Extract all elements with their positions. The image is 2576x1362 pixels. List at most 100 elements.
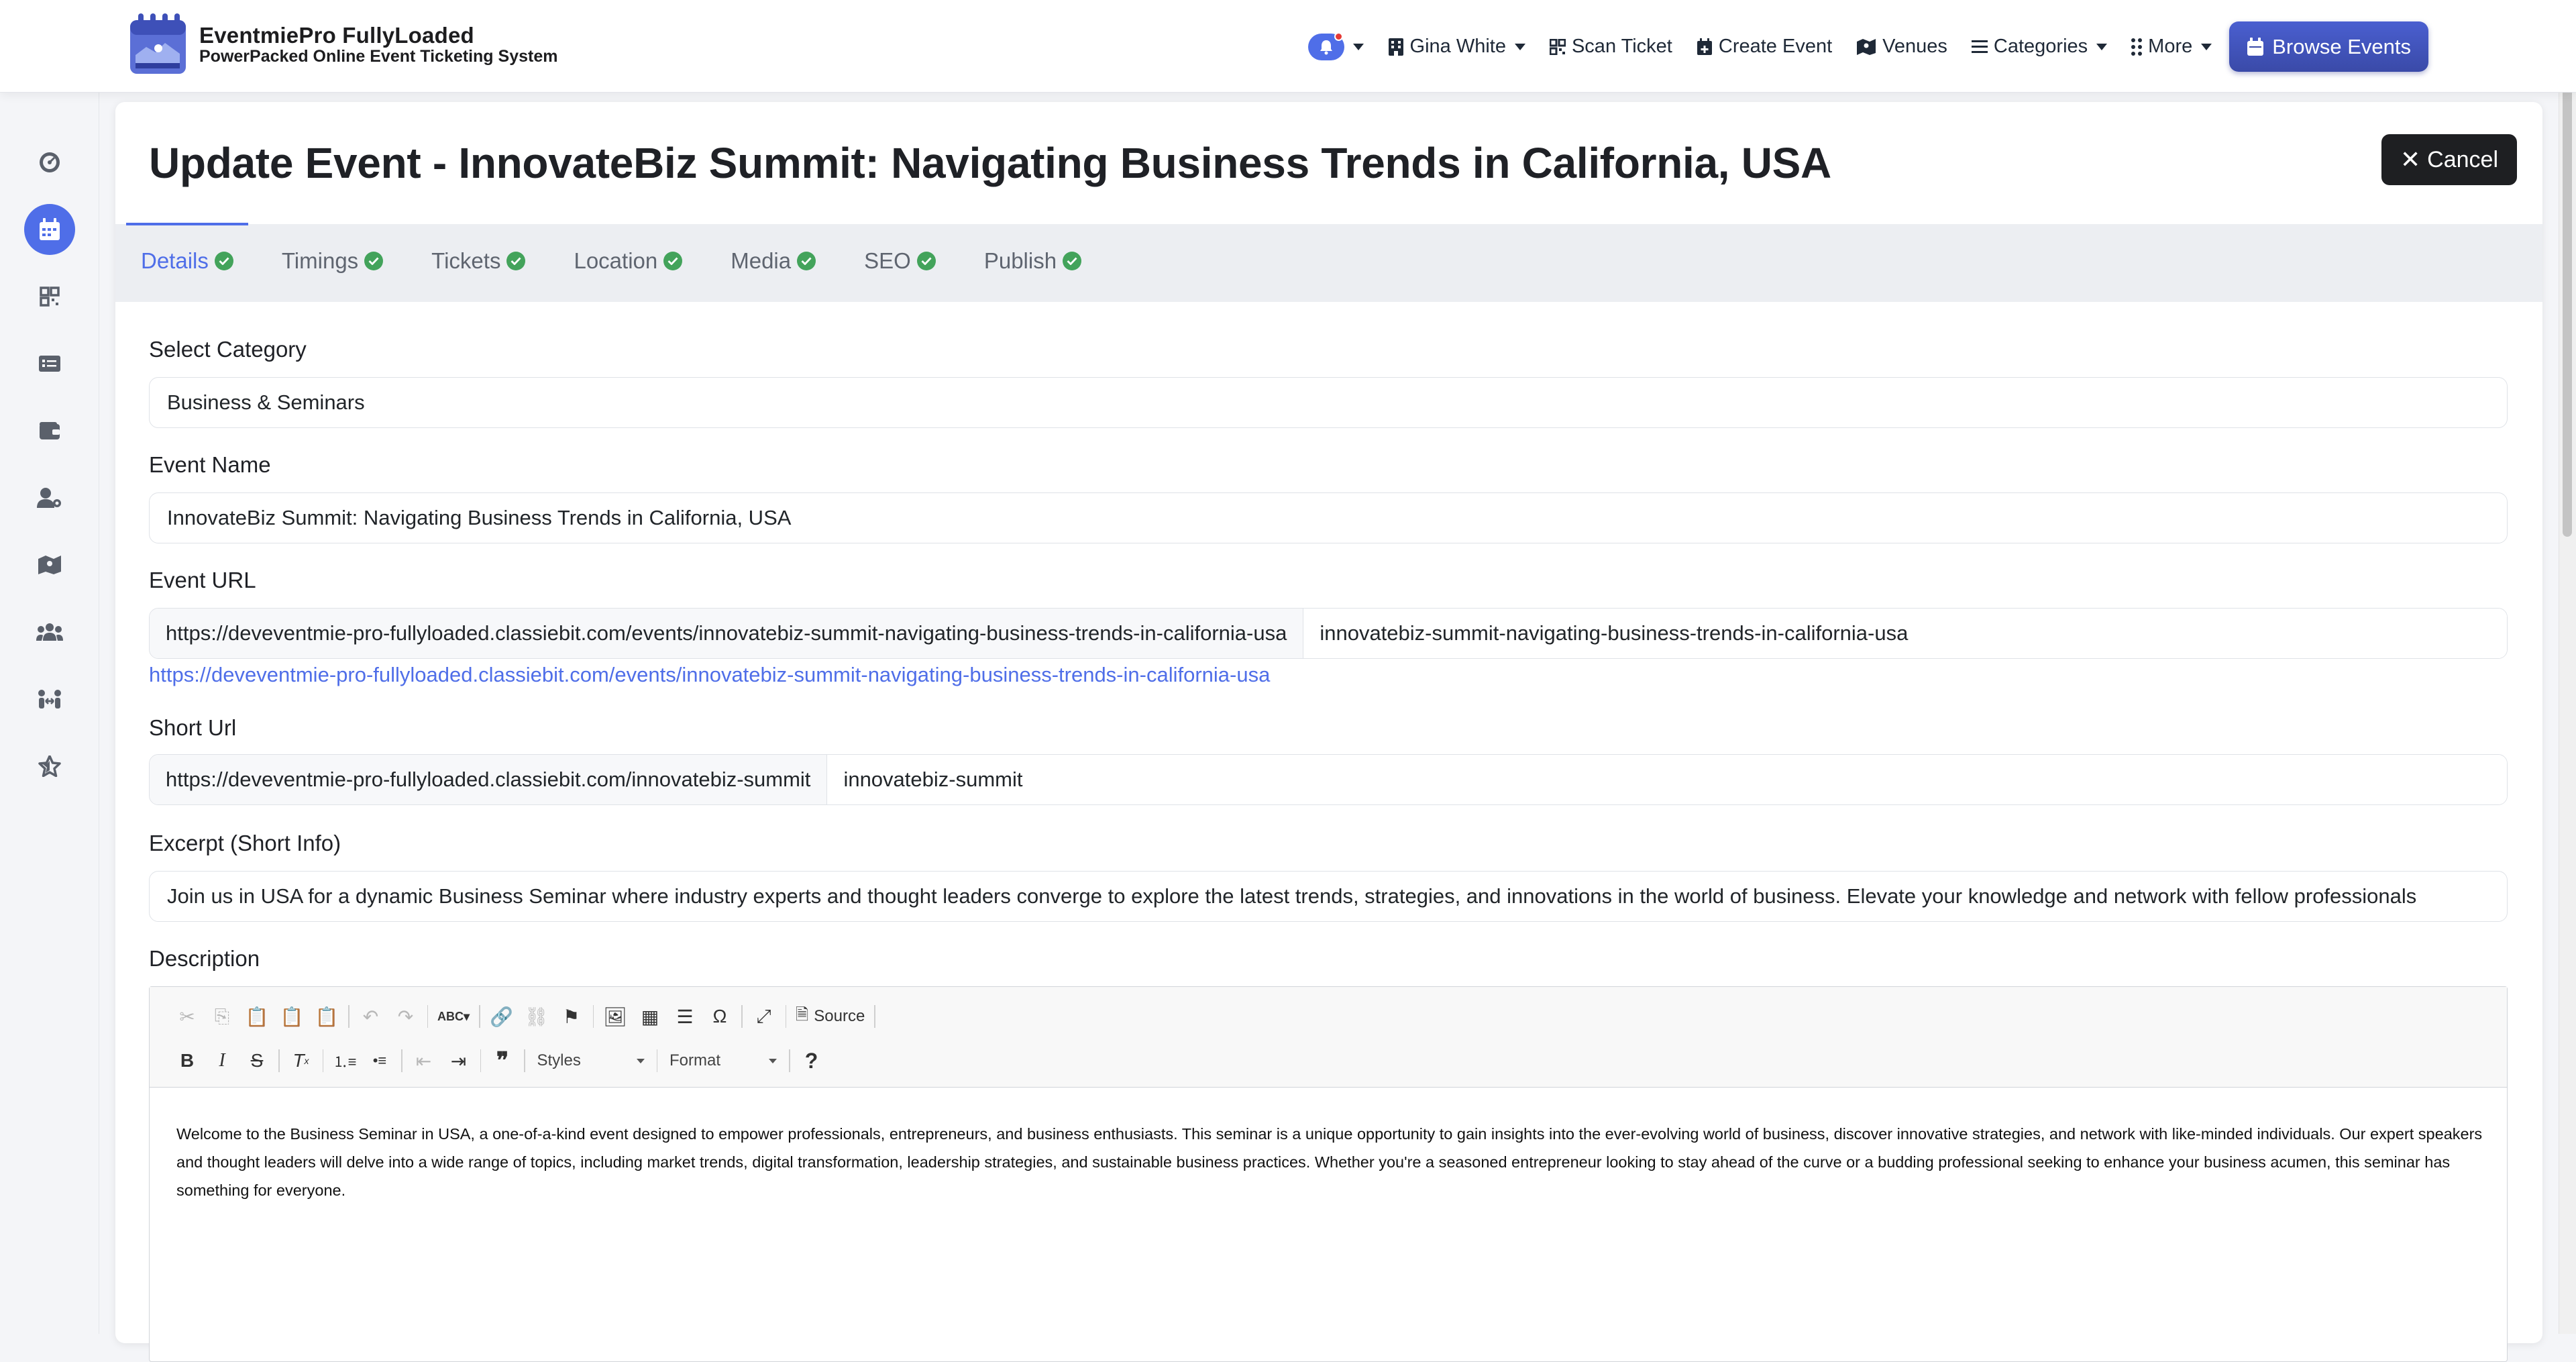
- brand-subtitle: PowerPacked Online Event Ticketing Syste…: [199, 47, 558, 66]
- toolbar-separator: [401, 1049, 402, 1072]
- sidebar-item-users[interactable]: [24, 472, 75, 523]
- tab-seo[interactable]: SEO: [864, 244, 936, 278]
- gauge-icon: [40, 152, 60, 172]
- maximize-icon[interactable]: ⤢: [747, 1002, 782, 1031]
- paste-word-icon[interactable]: 📋: [309, 1002, 344, 1031]
- scan-ticket-link[interactable]: Scan Ticket: [1538, 21, 1684, 72]
- image-icon[interactable]: 🖼: [598, 1002, 633, 1031]
- more-dropdown[interactable]: More: [2119, 21, 2224, 72]
- update-event-card: Update Event - InnovateBiz Summit: Navig…: [115, 102, 2542, 1362]
- tab-publish[interactable]: Publish: [983, 244, 1082, 278]
- venues-link[interactable]: Venues: [1844, 21, 1960, 72]
- toolbar-separator: [427, 1005, 428, 1028]
- toolbar-separator: [348, 1005, 350, 1028]
- chevron-down-icon: [1514, 43, 1525, 50]
- blockquote-icon[interactable]: ❞: [485, 1046, 520, 1076]
- notifications-dropdown[interactable]: [1296, 21, 1376, 72]
- sidebar-item-events[interactable]: [24, 204, 75, 255]
- format-dropdown[interactable]: Format: [661, 1047, 785, 1074]
- sidebar-item-organisers[interactable]: [24, 607, 75, 658]
- spellcheck-icon[interactable]: ABC▾: [432, 1002, 475, 1031]
- paste-icon[interactable]: 📋: [239, 1002, 274, 1031]
- cancel-label: Cancel: [2427, 146, 2498, 172]
- help-icon[interactable]: ?: [794, 1046, 829, 1076]
- toolbar-separator: [278, 1049, 280, 1072]
- numbered-list-icon[interactable]: ⒈≡: [327, 1046, 362, 1076]
- toolbar-separator: [480, 1049, 481, 1072]
- copy-icon[interactable]: ⎘: [205, 1002, 239, 1031]
- bell-icon: [1307, 32, 1344, 60]
- category-select[interactable]: Business & Seminars: [149, 377, 2508, 428]
- sidebar-item-dashboard[interactable]: [24, 137, 75, 188]
- sidebar-item-bookings[interactable]: [24, 338, 75, 389]
- unlink-icon[interactable]: ⛓: [519, 1002, 554, 1031]
- strikethrough-icon[interactable]: S: [239, 1046, 274, 1076]
- page-scrollbar[interactable]: [2559, 0, 2576, 1334]
- toolbar-separator: [524, 1049, 525, 1072]
- top-navbar: EventmiePro FullyLoaded PowerPacked Onli…: [0, 0, 2576, 93]
- create-event-link[interactable]: Create Event: [1684, 21, 1844, 72]
- event-url-prefix: https://deveventmie-pro-fullyloaded.clas…: [150, 609, 1304, 658]
- tab-label: Tickets: [431, 248, 501, 273]
- italic-icon[interactable]: I: [205, 1046, 239, 1076]
- outdent-icon[interactable]: ⇤: [407, 1046, 441, 1076]
- sidebar-item-attendees[interactable]: [24, 674, 75, 725]
- event-url-slug-input[interactable]: innovatebiz-summit-navigating-business-t…: [1303, 609, 2507, 658]
- tab-details[interactable]: Details: [141, 244, 233, 278]
- tab-media[interactable]: Media: [731, 244, 816, 278]
- sidebar-item-reviews[interactable]: [24, 741, 75, 792]
- short-url-prefix: https://deveventmie-pro-fullyloaded.clas…: [150, 755, 828, 804]
- redo-icon[interactable]: ↷: [388, 1002, 423, 1031]
- toolbar-separator: [322, 1049, 323, 1072]
- sidebar-item-venues[interactable]: [24, 539, 75, 590]
- bold-icon[interactable]: B: [170, 1046, 205, 1076]
- cancel-button[interactable]: ✕ Cancel: [2381, 134, 2517, 185]
- notification-dot: [1334, 32, 1343, 41]
- indent-icon[interactable]: ⇥: [441, 1046, 476, 1076]
- paste-text-icon[interactable]: 📋: [274, 1002, 309, 1031]
- short-url-group: https://deveventmie-pro-fullyloaded.clas…: [149, 754, 2508, 805]
- chevron-down-icon: [636, 1058, 645, 1063]
- toolbar-separator: [874, 1005, 875, 1028]
- event-name-input[interactable]: InnovateBiz Summit: Navigating Business …: [149, 492, 2508, 543]
- tab-timings[interactable]: Timings: [282, 244, 384, 278]
- editor-toolbar: ✂ ⎘ 📋 📋 📋 ↶ ↷ ABC▾ 🔗 ⛓ ⚑ 🖼 ▦ ☰ Ω ⤢ 🗎 Sou…: [150, 987, 2507, 1088]
- sidebar-item-wallet[interactable]: [24, 405, 75, 456]
- table-icon[interactable]: ▦: [633, 1002, 667, 1031]
- event-url-link[interactable]: https://deveventmie-pro-fullyloaded.clas…: [149, 663, 1270, 687]
- tab-label: Publish: [983, 248, 1057, 273]
- categories-dropdown[interactable]: Categories: [1960, 21, 2119, 72]
- editor-toolbar-row-2: B I S Tx ⒈≡ •≡ ⇤ ⇥ ❞ Styles Format ?: [170, 1046, 829, 1076]
- cut-icon[interactable]: ✂: [170, 1002, 205, 1031]
- tab-tickets[interactable]: Tickets: [431, 244, 526, 278]
- check-circle-icon: [364, 252, 384, 270]
- horizontal-line-icon[interactable]: ☰: [667, 1002, 702, 1031]
- remove-format-icon[interactable]: Tx: [284, 1046, 319, 1076]
- toolbar-separator: [785, 1005, 786, 1028]
- anchor-flag-icon[interactable]: ⚑: [554, 1002, 589, 1031]
- nav-menu: Gina White Scan Ticket Create Event Venu…: [1296, 21, 2428, 72]
- check-circle-icon: [663, 252, 683, 270]
- user-menu[interactable]: Gina White: [1376, 21, 1538, 72]
- source-button[interactable]: 🗎 Source: [790, 1002, 870, 1031]
- description-editor: ✂ ⎘ 📋 📋 📋 ↶ ↷ ABC▾ 🔗 ⛓ ⚑ 🖼 ▦ ☰ Ω ⤢ 🗎 Sou…: [149, 986, 2508, 1362]
- undo-icon[interactable]: ↶: [354, 1002, 388, 1031]
- excerpt-label: Excerpt (Short Info): [149, 831, 341, 855]
- sidebar-item-scanner[interactable]: [24, 271, 75, 322]
- event-url-label: Event URL: [149, 568, 256, 592]
- more-label: More: [2148, 36, 2193, 57]
- special-char-icon[interactable]: Ω: [702, 1002, 737, 1031]
- category-label: Select Category: [149, 337, 307, 362]
- editor-content[interactable]: Welcome to the Business Seminar in USA, …: [176, 1120, 2484, 1204]
- source-label: Source: [814, 1007, 865, 1025]
- browse-events-button[interactable]: Browse Events: [2229, 21, 2428, 72]
- styles-dropdown[interactable]: Styles: [529, 1047, 653, 1074]
- brand-logo[interactable]: [126, 11, 190, 78]
- short-url-label: Short Url: [149, 715, 237, 740]
- short-url-slug-input[interactable]: innovatebiz-summit: [827, 755, 2507, 804]
- bulleted-list-icon[interactable]: •≡: [362, 1046, 397, 1076]
- excerpt-input[interactable]: Join us in USA for a dynamic Business Se…: [149, 871, 2508, 922]
- close-icon: ✕: [2400, 146, 2421, 173]
- link-icon[interactable]: 🔗: [484, 1002, 519, 1031]
- tab-location[interactable]: Location: [574, 244, 683, 278]
